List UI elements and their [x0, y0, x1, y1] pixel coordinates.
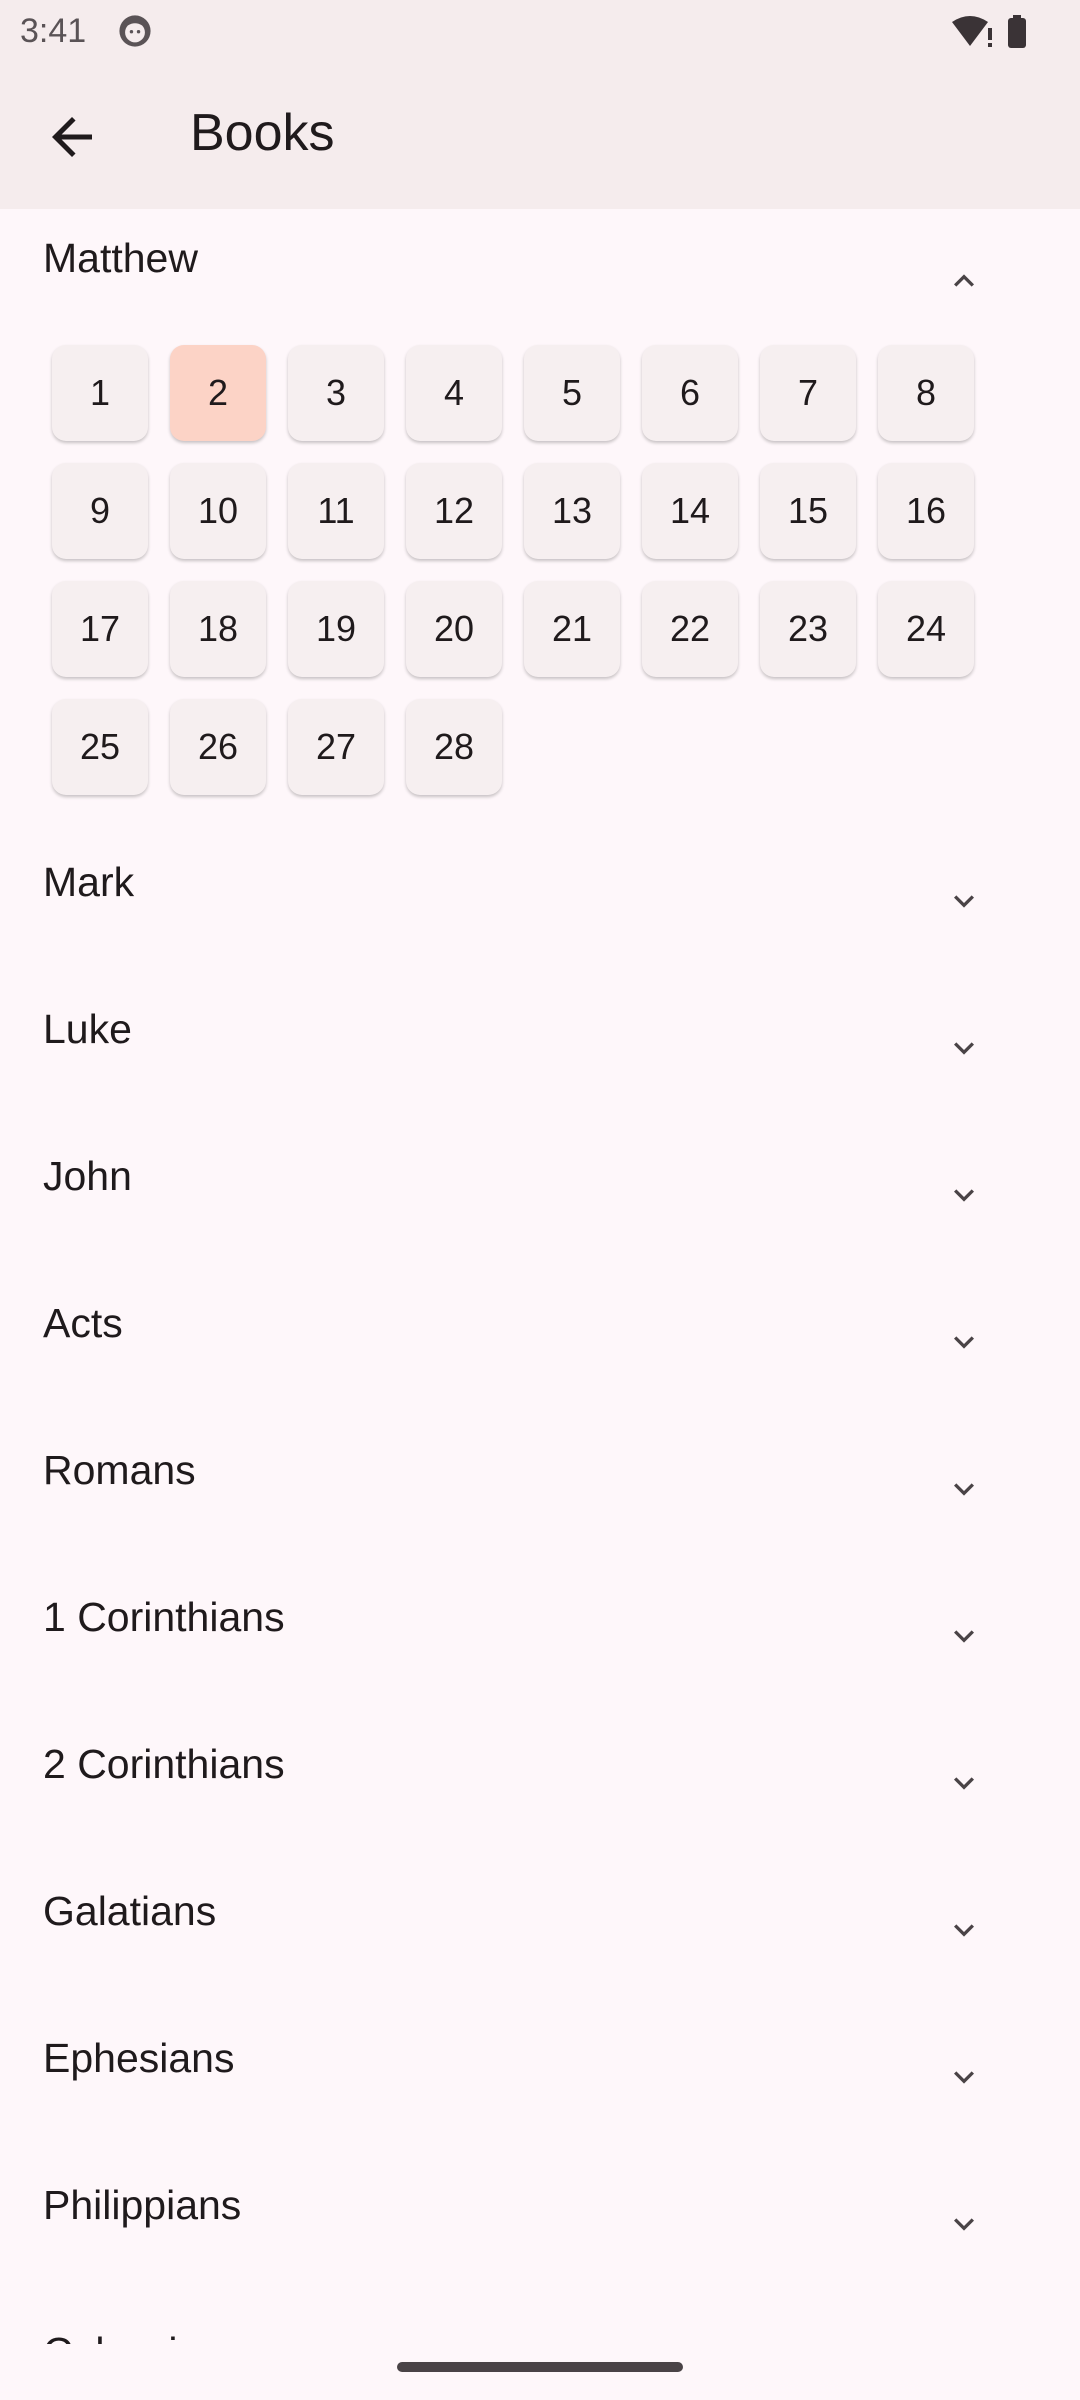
book-row[interactable]: 1 Corinthians [0, 1564, 1080, 1711]
chapter-button[interactable]: 17 [52, 581, 148, 677]
book-name: Luke [43, 1006, 132, 1052]
wifi-battery-icon [952, 15, 1026, 48]
status-time: 3:41 [20, 12, 87, 50]
book-row[interactable]: Acts [0, 1270, 1080, 1417]
chevron-down-icon[interactable] [944, 1028, 984, 1068]
chapter-button[interactable]: 16 [878, 463, 974, 559]
book-name: Matthew [43, 235, 198, 281]
chapter-button[interactable]: 20 [406, 581, 502, 677]
chapter-button[interactable]: 2 [170, 345, 266, 441]
book-name: Acts [43, 1300, 123, 1346]
book-row[interactable]: Romans [0, 1417, 1080, 1564]
chapter-button[interactable]: 21 [524, 581, 620, 677]
book-name: Mark [43, 859, 135, 905]
chapter-button[interactable]: 15 [760, 463, 856, 559]
home-indicator[interactable] [397, 2362, 683, 2372]
chevron-down-icon[interactable] [944, 1469, 984, 1509]
page-title: Books [190, 104, 335, 162]
book-name: Galatians [43, 1888, 217, 1934]
chevron-down-icon[interactable] [944, 881, 984, 921]
chevron-down-icon[interactable] [944, 1910, 984, 1950]
book-row[interactable]: 2 Corinthians [0, 1711, 1080, 1858]
book-row[interactable]: John [0, 1123, 1080, 1270]
chapter-button[interactable]: 13 [524, 463, 620, 559]
chapter-button[interactable]: 10 [170, 463, 266, 559]
chevron-up-icon[interactable] [944, 261, 984, 301]
chapter-button[interactable]: 25 [52, 699, 148, 795]
book-row[interactable]: Philippians [0, 2152, 1080, 2299]
chevron-down-icon[interactable] [944, 1616, 984, 1656]
book-name: Philippians [43, 2182, 242, 2228]
chapter-button[interactable]: 4 [406, 345, 502, 441]
chapter-button[interactable]: 5 [524, 345, 620, 441]
book-row[interactable]: Colossians [0, 2299, 1080, 2344]
chapter-button[interactable]: 24 [878, 581, 974, 677]
chapter-button[interactable]: 19 [288, 581, 384, 677]
book-name: Romans [43, 1447, 196, 1493]
chapter-button[interactable]: 7 [760, 345, 856, 441]
chapter-button[interactable]: 8 [878, 345, 974, 441]
book-name: 1 Corinthians [43, 1594, 285, 1640]
chevron-down-icon[interactable] [944, 2057, 984, 2097]
chapter-button[interactable]: 28 [406, 699, 502, 795]
chevron-down-icon[interactable] [944, 1175, 984, 1215]
book-row[interactable]: Galatians [0, 1858, 1080, 2005]
arrow-back-icon[interactable] [42, 107, 102, 167]
book-row[interactable]: Ephesians [0, 2005, 1080, 2152]
chapter-button[interactable]: 18 [170, 581, 266, 677]
chapter-button[interactable]: 1 [52, 345, 148, 441]
chapter-button[interactable]: 11 [288, 463, 384, 559]
book-row[interactable]: Mark [0, 829, 1080, 976]
book-row-matthew[interactable]: Matthew [0, 209, 1080, 356]
book-name: John [43, 1153, 132, 1199]
chapter-button[interactable]: 9 [52, 463, 148, 559]
app-bar: Books [0, 63, 1080, 209]
app-notification-icon [119, 15, 151, 47]
chapter-button[interactable]: 3 [288, 345, 384, 441]
chapter-button[interactable]: 6 [642, 345, 738, 441]
book-name: Ephesians [43, 2035, 235, 2081]
book-row[interactable]: Luke [0, 976, 1080, 1123]
chapter-button[interactable]: 14 [642, 463, 738, 559]
chevron-down-icon[interactable] [944, 1322, 984, 1362]
chapter-button[interactable]: 22 [642, 581, 738, 677]
chapter-button[interactable]: 27 [288, 699, 384, 795]
chapter-button[interactable]: 26 [170, 699, 266, 795]
chapter-button[interactable]: 12 [406, 463, 502, 559]
chevron-down-icon[interactable] [944, 1763, 984, 1803]
book-name: 2 Corinthians [43, 1741, 285, 1787]
status-bar: 3:41 [0, 0, 1080, 63]
chevron-down-icon[interactable] [944, 2204, 984, 2244]
book-name: Colossians [43, 2329, 244, 2344]
book-list: Matthew 1 2 3 4 5 6 7 8 9 10 11 12 13 14 15 16 17 18 19 20 2… [0, 209, 1080, 2344]
chapter-button[interactable]: 23 [760, 581, 856, 677]
